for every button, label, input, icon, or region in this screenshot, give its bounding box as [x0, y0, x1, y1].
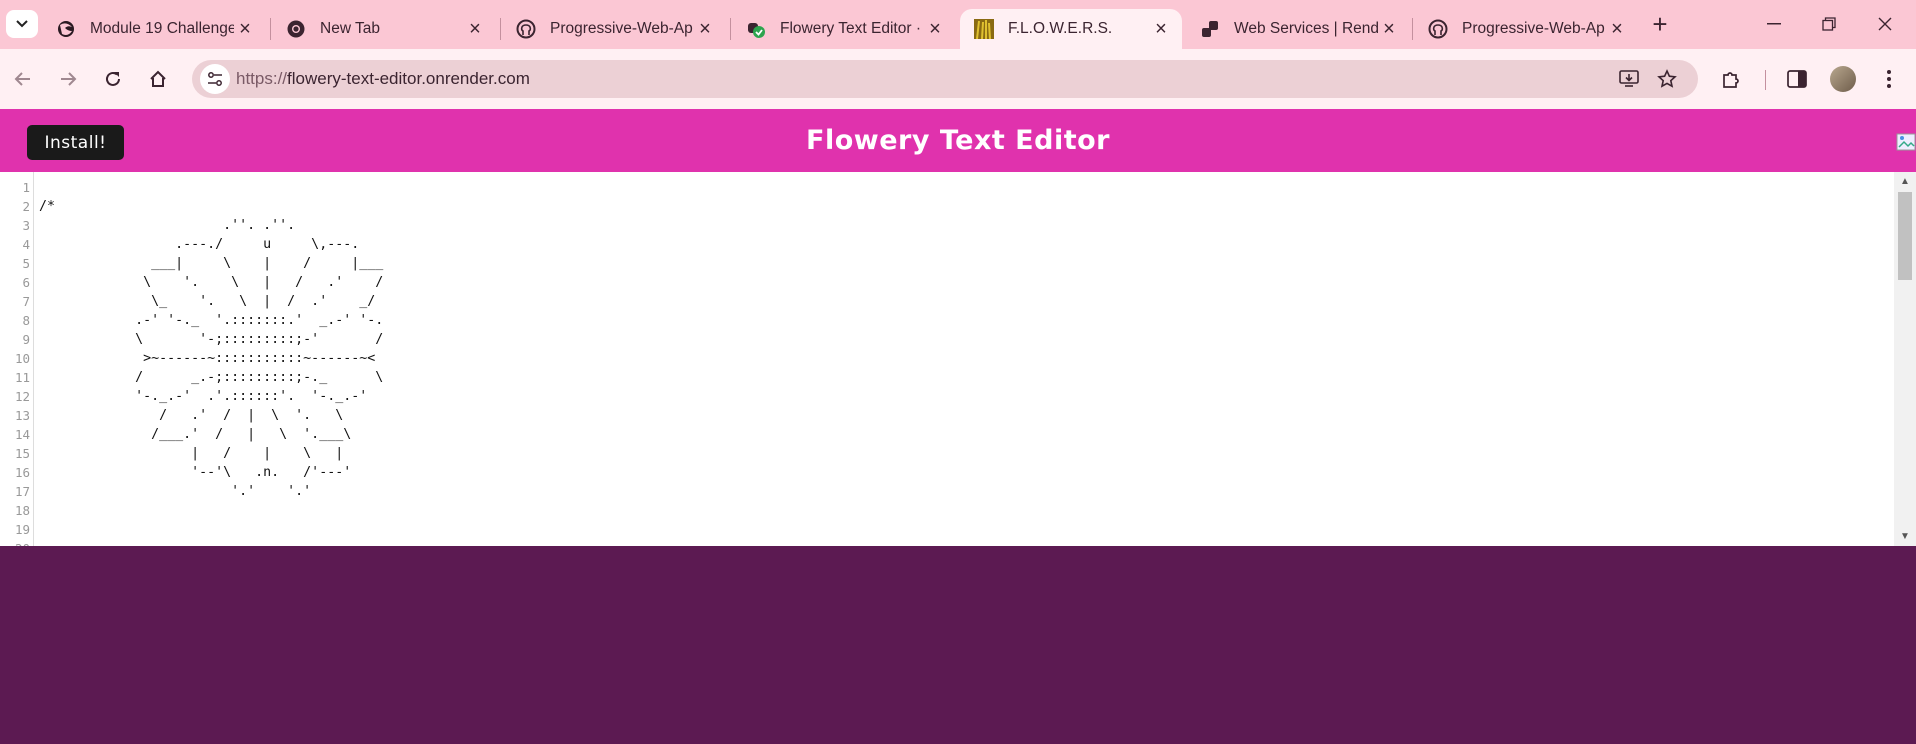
- back-arrow-icon[interactable]: [6, 62, 40, 96]
- line-number-gutter: 1 2 3 4 5 6 7 8 9 10 11 12 13 14 15 16 1…: [0, 178, 30, 546]
- browser-tab[interactable]: New Tab ×: [272, 9, 496, 49]
- render-icon: [1200, 19, 1220, 39]
- tab-title: Module 19 Challenge: [90, 20, 234, 37]
- tab-title: Progressive-Web-Ap: [550, 20, 693, 37]
- install-app-icon[interactable]: [1616, 66, 1642, 92]
- url-host: flowery-text-editor.onrender.com: [287, 69, 530, 88]
- bookmark-star-icon[interactable]: [1654, 66, 1680, 92]
- page-title: Flowery Text Editor: [806, 125, 1110, 156]
- vertical-scrollbar[interactable]: ▲ ▼: [1894, 172, 1916, 546]
- tab-divider: [1412, 18, 1413, 40]
- url-text[interactable]: https://flowery-text-editor.onrender.com: [236, 69, 530, 89]
- restore-icon[interactable]: [1802, 8, 1856, 40]
- browser-tab[interactable]: Module 19 Challenge ×: [42, 9, 266, 49]
- extensions-puzzle-icon[interactable]: [1714, 62, 1748, 96]
- page-background: [0, 546, 1916, 744]
- window-close-icon[interactable]: [1858, 8, 1912, 40]
- close-icon[interactable]: ×: [234, 18, 256, 41]
- side-panel-icon[interactable]: [1780, 62, 1814, 96]
- browser-tab[interactable]: Flowery Text Editor · ×: [732, 9, 956, 49]
- app-header: Install! Flowery Text Editor: [0, 109, 1916, 172]
- tab-divider: [730, 18, 731, 40]
- code-editor[interactable]: 1 2 3 4 5 6 7 8 9 10 11 12 13 14 15 16 1…: [0, 172, 1916, 546]
- gutter-divider: [33, 172, 34, 546]
- github-icon: [1428, 19, 1448, 39]
- github-icon: [516, 19, 536, 39]
- line-numbers: 1 2 3 4 5 6 7 8 9 10 11 12 13 14 15 16 1…: [14, 180, 30, 546]
- scroll-up-arrow-icon[interactable]: ▲: [1900, 176, 1910, 187]
- editor-content[interactable]: /* .''. .''. .---./ u \,---. ___| \ | / …: [39, 178, 383, 520]
- tab-divider: [270, 18, 271, 40]
- tab-title: Flowery Text Editor ·: [780, 20, 921, 37]
- minimize-icon[interactable]: [1747, 8, 1801, 40]
- browser-toolbar: https://flowery-text-editor.onrender.com: [0, 49, 1916, 109]
- kebab-menu-icon[interactable]: [1872, 62, 1906, 96]
- tab-title: Progressive-Web-Ap: [1462, 20, 1605, 37]
- tab-title: New Tab: [320, 20, 381, 37]
- close-icon[interactable]: ×: [1378, 18, 1400, 41]
- address-bar[interactable]: https://flowery-text-editor.onrender.com: [192, 60, 1698, 98]
- close-icon[interactable]: ×: [1150, 18, 1172, 41]
- profile-avatar[interactable]: [1830, 66, 1856, 92]
- tab-title: F.L.O.W.E.R.S.: [1008, 20, 1113, 37]
- toolbar-divider: [1765, 70, 1766, 90]
- home-icon[interactable]: [141, 62, 175, 96]
- browser-tab-active[interactable]: F.L.O.W.E.R.S. ×: [960, 9, 1182, 49]
- tab-divider: [500, 18, 501, 40]
- reload-icon[interactable]: [96, 62, 130, 96]
- browser-tab[interactable]: Web Services | Rende ×: [1186, 9, 1410, 49]
- tab-search-chevron-icon[interactable]: [6, 10, 38, 38]
- close-icon[interactable]: ×: [1606, 18, 1628, 41]
- site-info-tune-icon[interactable]: [200, 64, 230, 94]
- scrollbar-thumb[interactable]: [1898, 192, 1912, 280]
- new-tab-plus-icon[interactable]: +: [1646, 11, 1674, 39]
- browser-tab[interactable]: Progressive-Web-Ap ×: [502, 9, 726, 49]
- chrome-icon: [286, 19, 306, 39]
- firefox-like-icon: [56, 19, 76, 39]
- forward-arrow-icon[interactable]: [51, 62, 85, 96]
- flowers-favicon: [974, 19, 994, 39]
- tab-title: Web Services | Rende: [1234, 20, 1378, 37]
- browser-tab[interactable]: Progressive-Web-Ap ×: [1414, 9, 1638, 49]
- broken-image-icon: [1896, 133, 1916, 151]
- url-scheme: https://: [236, 69, 288, 88]
- close-icon[interactable]: ×: [694, 18, 716, 41]
- close-icon[interactable]: ×: [924, 18, 946, 41]
- browser-tab-strip: Module 19 Challenge × New Tab × Progress…: [0, 0, 1916, 49]
- close-icon[interactable]: ×: [464, 18, 486, 41]
- scroll-down-arrow-icon[interactable]: ▼: [1900, 531, 1910, 542]
- render-check-icon: [746, 19, 766, 39]
